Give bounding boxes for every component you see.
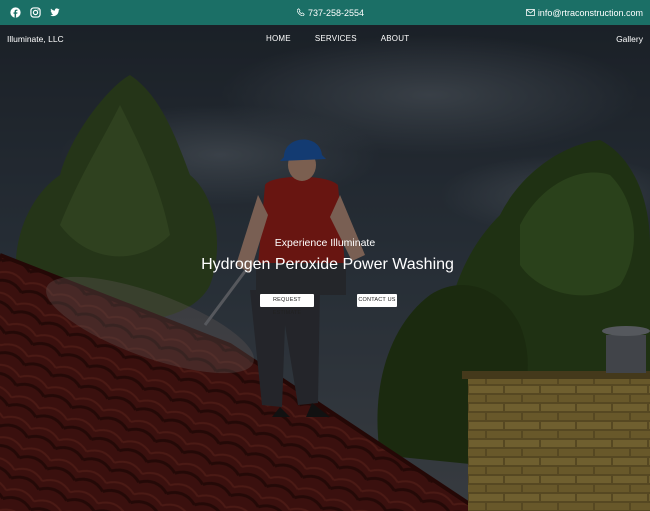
email-address: info@rtraconstruction.com bbox=[537, 7, 643, 18]
nav-home[interactable]: HOME bbox=[266, 34, 291, 43]
contact-us-button[interactable]: CONTACT US bbox=[357, 294, 397, 307]
instagram-icon[interactable] bbox=[30, 7, 41, 18]
phone-contact[interactable]: 737-258-2554 bbox=[296, 0, 365, 25]
top-bar: 737-258-2554 info@rtraconstruction.com bbox=[0, 0, 650, 25]
nav-about[interactable]: ABOUT bbox=[381, 34, 410, 43]
facebook-icon[interactable] bbox=[10, 7, 21, 18]
nav-gallery[interactable]: Gallery bbox=[616, 34, 643, 44]
phone-number: 737-258-2554 bbox=[308, 7, 365, 18]
email-contact[interactable]: info@rtraconstruction.com bbox=[525, 0, 643, 25]
hero-headline: Hydrogen Peroxide Power Washing bbox=[201, 256, 454, 273]
hero-eyebrow: Experience Illuminate bbox=[274, 237, 376, 249]
envelope-icon bbox=[525, 8, 535, 18]
main-nav: Illuminate, LLC HOME SERVICES ABOUT Gall… bbox=[0, 25, 650, 53]
twitter-icon[interactable] bbox=[50, 8, 60, 17]
request-estimate-button[interactable]: REQUEST ESTIMATE bbox=[260, 294, 314, 316]
social-links bbox=[10, 0, 60, 25]
phone-icon bbox=[296, 7, 305, 18]
nav-menu: HOME SERVICES ABOUT bbox=[266, 34, 409, 43]
nav-services[interactable]: SERVICES bbox=[315, 34, 357, 43]
site-brand[interactable]: Illuminate, LLC bbox=[7, 34, 64, 44]
